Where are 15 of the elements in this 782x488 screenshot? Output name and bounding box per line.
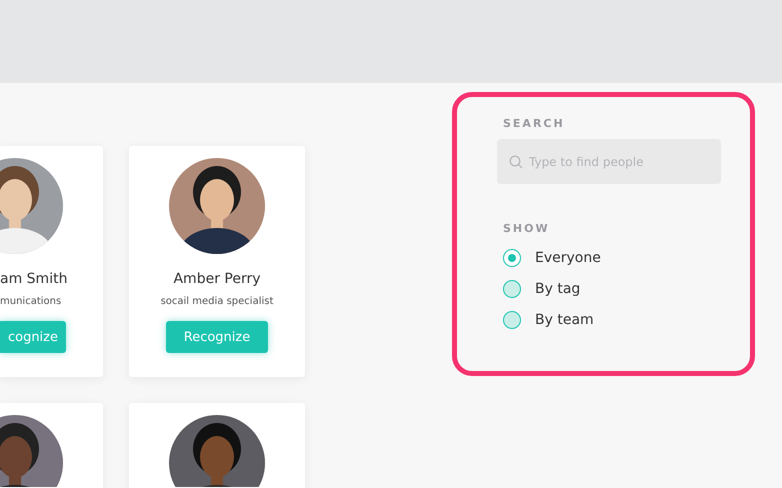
person-role: socail media specialist xyxy=(160,296,274,307)
radio-button[interactable] xyxy=(503,249,521,267)
person-role: munications xyxy=(0,296,62,307)
option-label: By tag xyxy=(535,281,580,297)
option-label: By team xyxy=(535,312,594,328)
radio-button[interactable] xyxy=(503,280,521,298)
person-name: am Smith xyxy=(0,271,68,287)
section-label: SHOW xyxy=(503,222,551,235)
recognize-button[interactable]: cognize xyxy=(0,321,66,353)
search-icon xyxy=(509,155,523,169)
recognize-button[interactable]: Recognize xyxy=(166,321,268,353)
option-label: Everyone xyxy=(535,250,601,266)
section-label: SEARCH xyxy=(503,117,566,130)
person-name: Amber Perry xyxy=(173,271,261,287)
radio-button[interactable] xyxy=(503,311,521,329)
